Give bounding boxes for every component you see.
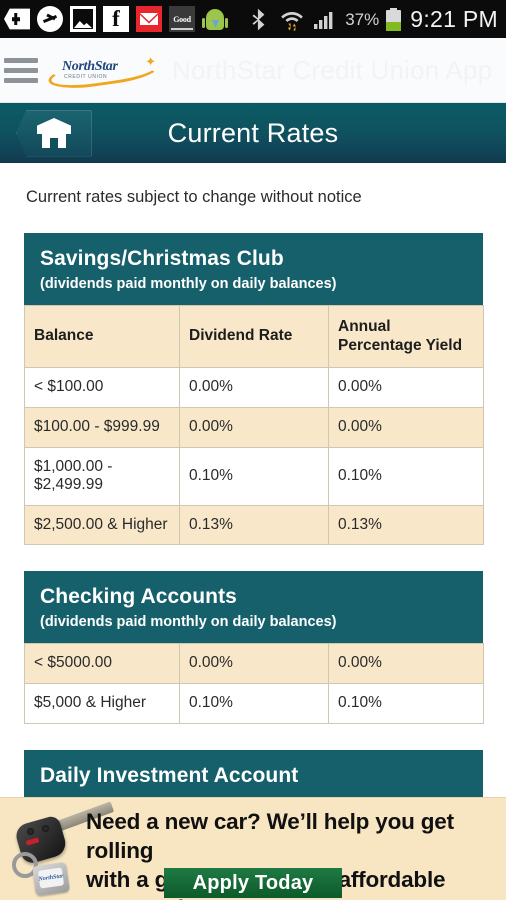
logo-subtext: CREDIT UNION <box>64 74 108 80</box>
cell-balance: $2,500.00 & Higher <box>24 504 180 546</box>
section-header: Checking Accounts (dividends paid monthl… <box>24 571 483 644</box>
battery-percent-label: 37% <box>345 9 380 29</box>
section-header: Savings/Christmas Club (dividends paid m… <box>24 233 483 306</box>
logo-wordmark: NorthStar <box>62 59 118 74</box>
messenger-icon <box>37 6 63 32</box>
status-bar-notification-icons: Good <box>4 6 228 32</box>
home-button[interactable] <box>16 109 92 157</box>
keytag-label: NorthStar <box>38 873 64 883</box>
wifi-data-icon <box>281 12 304 31</box>
table-row: < $5000.00 0.00% 0.00% <box>24 643 484 685</box>
table-row: < $100.00 0.00% 0.00% <box>24 367 484 408</box>
keytag-logo: NorthStar <box>37 867 65 889</box>
cell-balance: $1,000.00 - $2,499.99 <box>24 446 180 506</box>
cell-balance: < $100.00 <box>24 367 180 408</box>
cell-apy: 0.13% <box>328 504 484 546</box>
hamburger-menu-icon[interactable] <box>4 57 38 83</box>
column-header-apy: Annual Percentage Yield <box>328 305 484 369</box>
battery-icon <box>386 7 402 31</box>
savings-rates-table: Balance Dividend Rate Annual Percentage … <box>24 305 484 546</box>
app-title: NorthStar Credit Union App <box>172 54 493 85</box>
rates-notice: Current rates subject to change without … <box>26 188 362 206</box>
checking-rates-table: < $5000.00 0.00% 0.00% $5,000 & Higher 0… <box>24 643 484 724</box>
status-bar-system-icons: 37% 9:21 PM <box>246 6 500 32</box>
bluetooth-icon <box>252 8 265 31</box>
cell-balance: $100.00 - $999.99 <box>24 406 180 448</box>
apply-today-button[interactable]: Apply Today <box>164 868 342 898</box>
section-daily-investment-account: Daily Investment Account <box>24 749 483 801</box>
section-title: Daily Investment Account <box>40 763 299 787</box>
section-subtitle: (dividends paid monthly on daily balance… <box>40 276 337 293</box>
northstar-logo: ✦ NorthStar CREDIT UNION <box>44 50 162 90</box>
cell-apy: 0.10% <box>328 446 484 506</box>
table-row: $100.00 - $999.99 0.00% 0.00% <box>24 406 484 448</box>
plus-arrow-icon <box>4 8 30 30</box>
page-content[interactable]: Current rates subject to change without … <box>0 163 506 900</box>
cell-balance: $5,000 & Higher <box>24 683 180 724</box>
table-body: < $5000.00 0.00% 0.00% $5,000 & Higher 0… <box>24 643 484 724</box>
cell-dividend-rate: 0.13% <box>179 504 329 546</box>
app-screen: Good 37% <box>0 0 506 900</box>
gallery-photo-icon <box>70 6 96 32</box>
cell-dividend-rate: 0.00% <box>179 406 329 448</box>
app-header-bar: ✦ NorthStar CREDIT UNION NorthStar Credi… <box>0 38 506 103</box>
cell-apy: 0.00% <box>328 367 484 408</box>
cell-dividend-rate: 0.00% <box>179 367 329 408</box>
table-body: < $100.00 0.00% 0.00% $100.00 - $999.99 … <box>24 367 484 546</box>
cell-dividend-rate: 0.10% <box>179 446 329 506</box>
section-title: Savings/Christmas Club <box>40 247 284 270</box>
section-header: Daily Investment Account <box>24 749 483 801</box>
cell-balance: < $5000.00 <box>24 643 180 685</box>
section-subtitle: (dividends paid monthly on daily balance… <box>40 614 337 631</box>
home-icon <box>37 118 71 148</box>
section-checking-accounts: Checking Accounts (dividends paid monthl… <box>24 571 484 724</box>
good-app-icon: Good <box>169 6 195 32</box>
column-header-dividend-rate: Dividend Rate <box>179 305 329 369</box>
page-title-bar: Current Rates <box>0 103 506 163</box>
table-row: $2,500.00 & Higher 0.13% 0.13% <box>24 504 484 546</box>
star-icon: ✦ <box>145 54 156 69</box>
column-header-balance: Balance <box>24 305 180 369</box>
android-robot-icon <box>202 6 228 32</box>
good-app-label: Good <box>173 14 191 24</box>
ad-headline-line1: Need a new car? We’ll help you get rolli… <box>86 809 454 863</box>
table-row: $5,000 & Higher 0.10% 0.10% <box>24 683 484 724</box>
apply-today-label: Apply Today <box>192 871 314 894</box>
advertisement-banner[interactable]: NorthStar Need a new car? We’ll help you… <box>0 797 506 900</box>
table-row: $1,000.00 - $2,499.99 0.10% 0.10% <box>24 446 484 506</box>
cell-apy: 0.10% <box>328 683 484 724</box>
cell-signal-icon <box>314 12 333 29</box>
section-savings-christmas-club: Savings/Christmas Club (dividends paid m… <box>24 233 484 546</box>
gmail-icon <box>136 6 162 32</box>
section-title: Checking Accounts <box>40 585 237 609</box>
cell-dividend-rate: 0.00% <box>179 643 329 685</box>
cell-apy: 0.00% <box>328 406 484 448</box>
cell-dividend-rate: 0.10% <box>179 683 329 724</box>
android-status-bar: Good 37% <box>0 0 506 38</box>
clock-label: 9:21 PM <box>410 5 498 32</box>
table-header-row: Balance Dividend Rate Annual Percentage … <box>24 305 484 369</box>
table-header: Balance Dividend Rate Annual Percentage … <box>24 305 484 369</box>
cell-apy: 0.00% <box>328 643 484 685</box>
facebook-icon <box>103 6 129 32</box>
